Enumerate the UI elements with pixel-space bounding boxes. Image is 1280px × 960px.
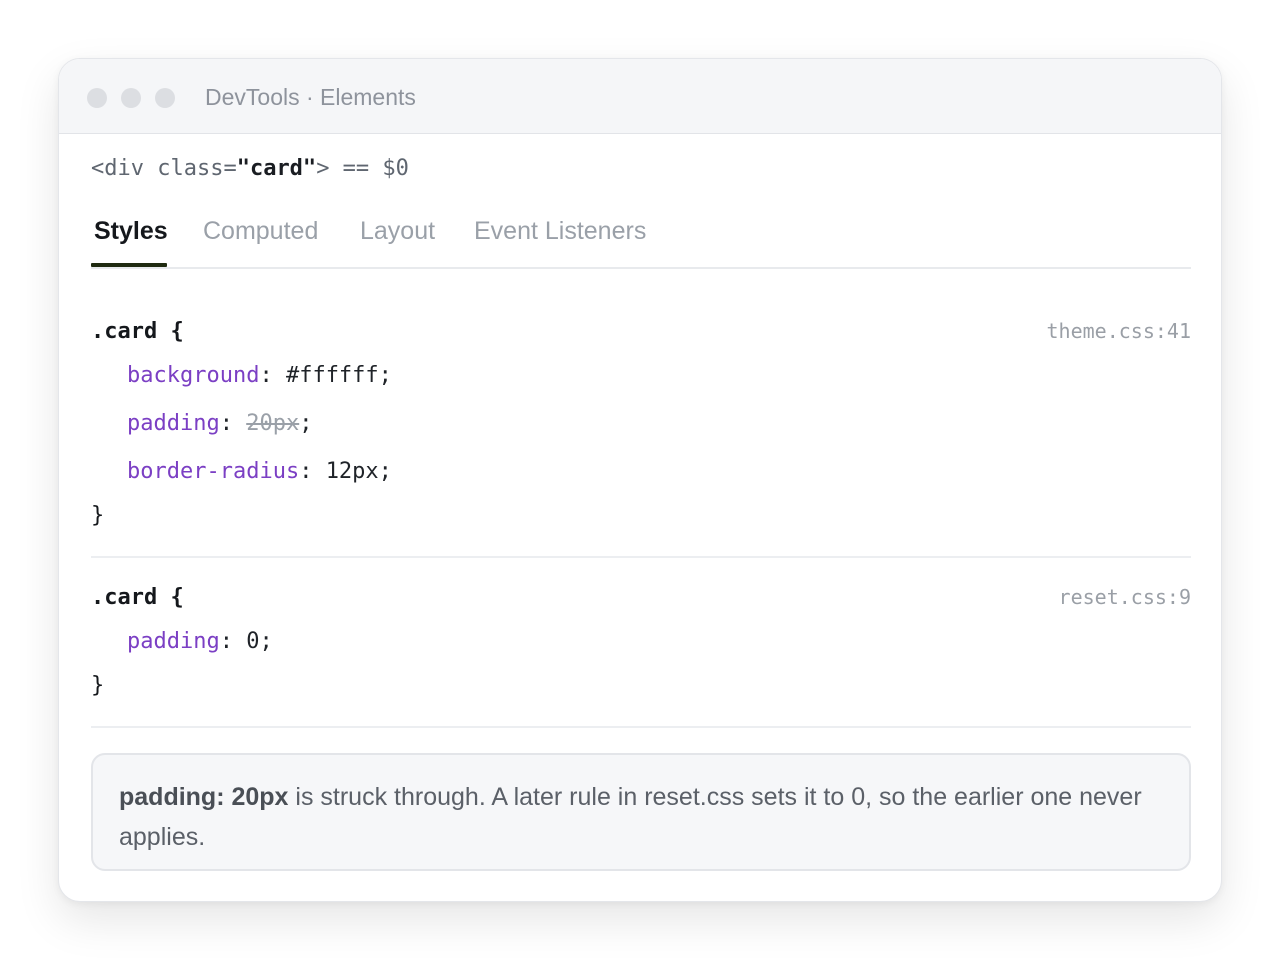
rule-selector[interactable]: .card {	[91, 585, 184, 610]
window-minimize-dot[interactable]	[121, 88, 141, 108]
window-close-dot[interactable]	[87, 88, 107, 108]
devtools-window: DevTools · Elements <div class="card"> =…	[58, 58, 1222, 902]
property-value: #ffffff	[285, 363, 379, 388]
note-highlight: padding: 20px	[119, 783, 289, 811]
property-value: 0	[246, 629, 260, 654]
declaration-background[interactable]: background: #ffffff;	[127, 363, 392, 388]
style-rule-reset: .card { reset.css:9 padding: 0; }	[91, 585, 1191, 715]
rule-close-brace: }	[91, 673, 105, 698]
rule-divider	[91, 726, 1191, 728]
tab-styles[interactable]: Styles	[94, 217, 168, 246]
tab-layout[interactable]: Layout	[360, 217, 435, 246]
rule-divider	[91, 556, 1191, 558]
property-name: padding	[127, 411, 220, 436]
style-rule-theme: .card { theme.css:41 background: #ffffff…	[91, 319, 1191, 534]
rule-selector[interactable]: .card {	[91, 319, 184, 344]
explanation-note: padding: 20px is struck through. A later…	[91, 753, 1191, 871]
rule-source-link[interactable]: theme.css:41	[1047, 319, 1192, 343]
rule-close-brace: }	[91, 503, 105, 528]
declaration-padding-overridden[interactable]: padding: 20px;	[127, 411, 312, 436]
window-maximize-dot[interactable]	[155, 88, 175, 108]
property-name: padding	[127, 629, 220, 654]
declaration-border-radius[interactable]: border-radius: 12px;	[127, 459, 392, 484]
tab-event-listeners[interactable]: Event Listeners	[474, 217, 646, 246]
panel-tabs: Styles Computed Layout Event Listeners	[91, 209, 1191, 269]
breadcrumb-close: > == $0	[316, 156, 409, 181]
property-name: border-radius	[127, 459, 300, 484]
declaration-padding[interactable]: padding: 0;	[127, 629, 273, 654]
window-title: DevTools · Elements	[205, 84, 416, 110]
active-tab-indicator	[91, 263, 167, 267]
rule-source-link[interactable]: reset.css:9	[1059, 585, 1191, 609]
property-value: 12px	[325, 459, 379, 484]
property-value-struck: 20px	[246, 411, 300, 436]
tab-computed[interactable]: Computed	[203, 217, 318, 246]
property-name: background	[127, 363, 260, 388]
selected-element-breadcrumb[interactable]: <div class="card"> == $0	[91, 156, 409, 181]
breadcrumb-class-value: "card"	[236, 156, 317, 181]
breadcrumb-open: <div class=	[91, 156, 237, 181]
title-bar: DevTools · Elements	[59, 59, 1221, 134]
